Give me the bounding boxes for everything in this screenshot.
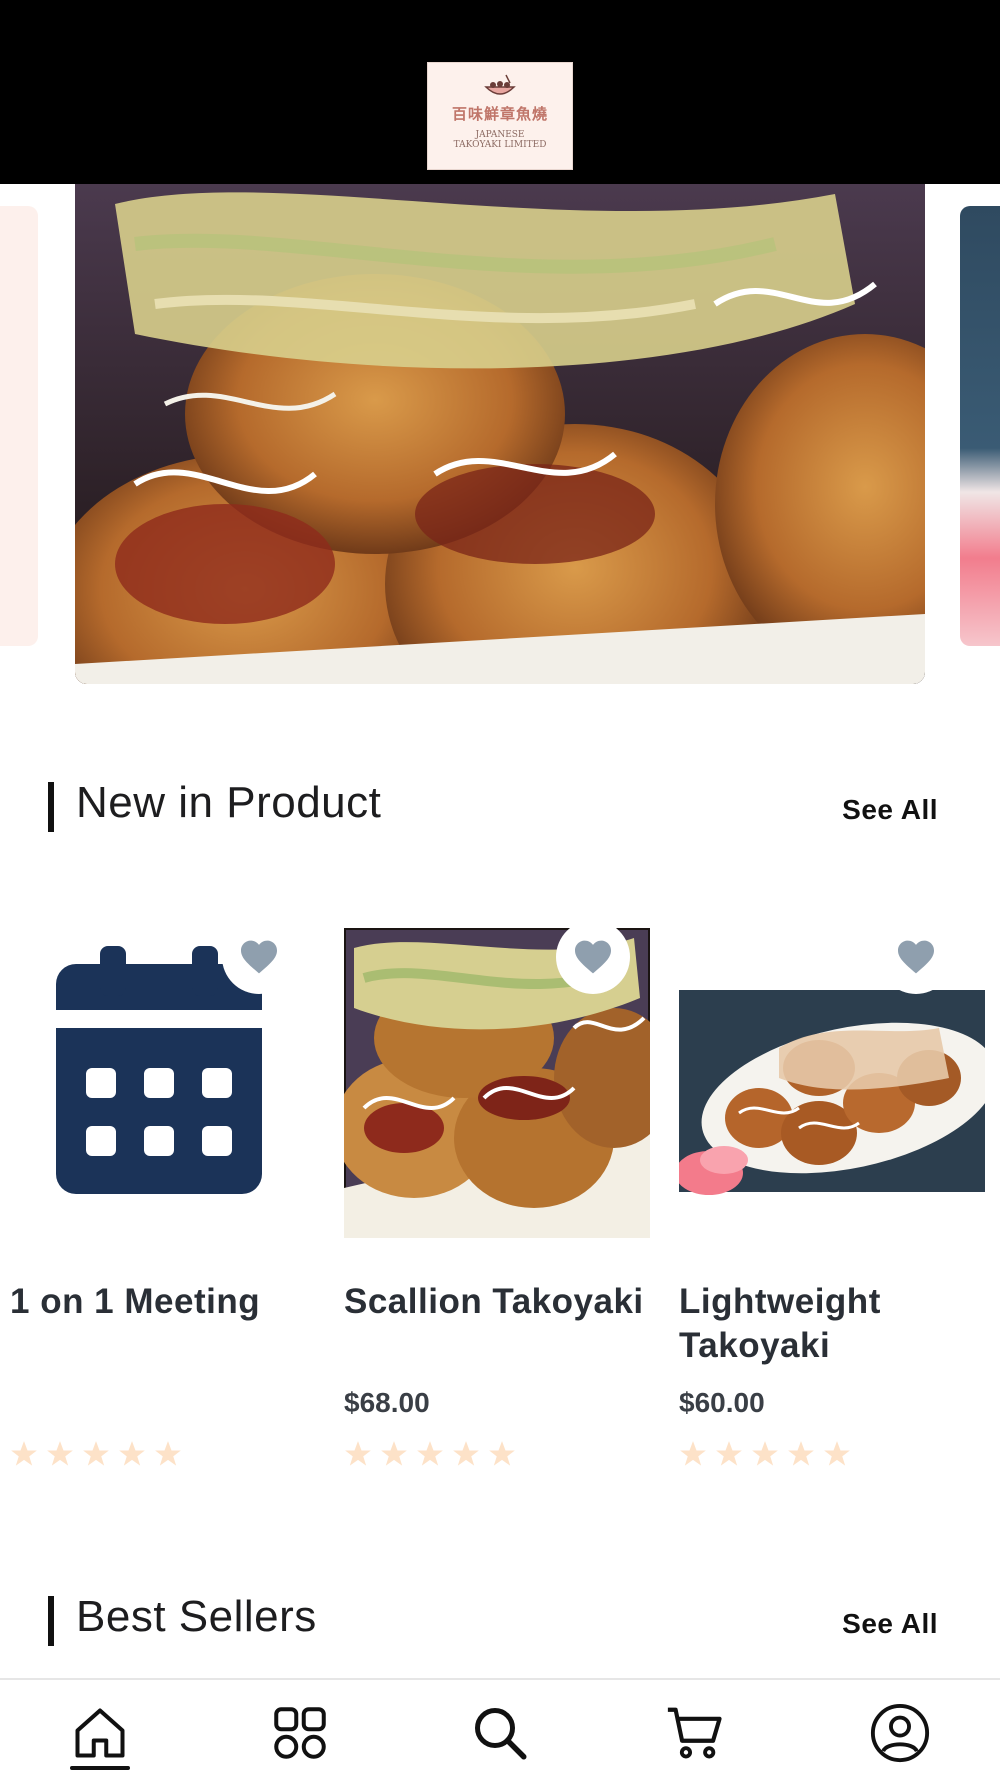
- favorite-button[interactable]: [879, 920, 953, 994]
- star-icon: [83, 1441, 109, 1466]
- star-icon: [453, 1441, 479, 1466]
- brand-chinese-name: 百味鮮章魚燒: [451, 105, 548, 123]
- brand-logo[interactable]: 百味鮮章魚燒 JAPANESE TAKOYAKI LIMITED: [427, 62, 573, 170]
- search-icon: [475, 1708, 527, 1760]
- brand-english-line2: TAKOYAKI LIMITED: [453, 140, 547, 150]
- star-icon: [381, 1441, 407, 1466]
- see-all-best-sellers-link[interactable]: See All: [842, 1608, 938, 1640]
- takoyaki-banner-image[interactable]: [75, 184, 925, 684]
- star-icon: [119, 1441, 145, 1466]
- star-icon: [680, 1441, 706, 1466]
- brand-english-line1: JAPANESE: [475, 130, 525, 140]
- user-icon: [870, 1703, 930, 1763]
- product-name[interactable]: 1 on 1 Meeting: [10, 1280, 320, 1324]
- star-icon: [824, 1441, 850, 1466]
- takoyaki-bowl-icon: [484, 74, 516, 95]
- new-products-list: 1 on 1 Meeting Scallion Takoyaki $68.00 …: [0, 920, 1000, 1480]
- product-rating: [679, 1440, 851, 1468]
- new-in-product-header: New in Product See All: [48, 776, 948, 836]
- product-name[interactable]: Scallion Takoyaki: [344, 1280, 654, 1324]
- favorite-button[interactable]: [222, 920, 296, 994]
- heart-icon: [575, 940, 611, 974]
- star-icon: [47, 1441, 73, 1466]
- product-card[interactable]: Lightweight Takoyaki $60.00: [679, 920, 989, 1480]
- section-accent-bar: [48, 1596, 54, 1646]
- product-price: $68.00: [344, 1387, 430, 1418]
- star-icon: [489, 1441, 515, 1466]
- product-card[interactable]: Scallion Takoyaki $68.00: [344, 920, 654, 1480]
- see-all-new-products-link[interactable]: See All: [842, 794, 938, 826]
- hero-carousel[interactable]: [0, 184, 1000, 704]
- home-icon: [75, 1708, 125, 1758]
- best-sellers-header: Best Sellers See All: [48, 1590, 948, 1650]
- bottom-navigation: [0, 1678, 1000, 1778]
- star-icon: [11, 1441, 37, 1466]
- star-icon: [345, 1441, 371, 1466]
- heart-icon: [898, 940, 934, 974]
- active-tab-indicator: [70, 1766, 130, 1770]
- product-price: $60.00: [679, 1387, 765, 1418]
- star-icon: [788, 1441, 814, 1466]
- product-name[interactable]: Lightweight Takoyaki: [679, 1280, 989, 1368]
- grid-icon: [274, 1707, 326, 1759]
- star-icon: [155, 1441, 181, 1466]
- favorite-button[interactable]: [556, 920, 630, 994]
- product-rating: [344, 1440, 516, 1468]
- star-icon: [716, 1441, 742, 1466]
- section-title: New in Product: [76, 778, 382, 827]
- cart-icon: [667, 1707, 722, 1759]
- heart-icon: [241, 940, 277, 974]
- product-rating: [10, 1440, 182, 1468]
- product-card[interactable]: 1 on 1 Meeting: [10, 920, 320, 1480]
- nav-search[interactable]: [465, 1698, 535, 1768]
- nav-cart[interactable]: [660, 1698, 730, 1768]
- app-header: 百味鮮章魚燒 JAPANESE TAKOYAKI LIMITED: [0, 0, 1000, 184]
- carousel-next-slide[interactable]: [960, 206, 1000, 646]
- section-accent-bar: [48, 782, 54, 832]
- nav-profile[interactable]: [865, 1698, 935, 1768]
- nav-categories[interactable]: [265, 1698, 335, 1768]
- star-icon: [752, 1441, 778, 1466]
- carousel-prev-slide[interactable]: [0, 206, 38, 646]
- section-title: Best Sellers: [76, 1592, 317, 1641]
- nav-home[interactable]: [65, 1698, 135, 1768]
- takoyaki-banner-illustration: [75, 184, 925, 684]
- star-icon: [417, 1441, 443, 1466]
